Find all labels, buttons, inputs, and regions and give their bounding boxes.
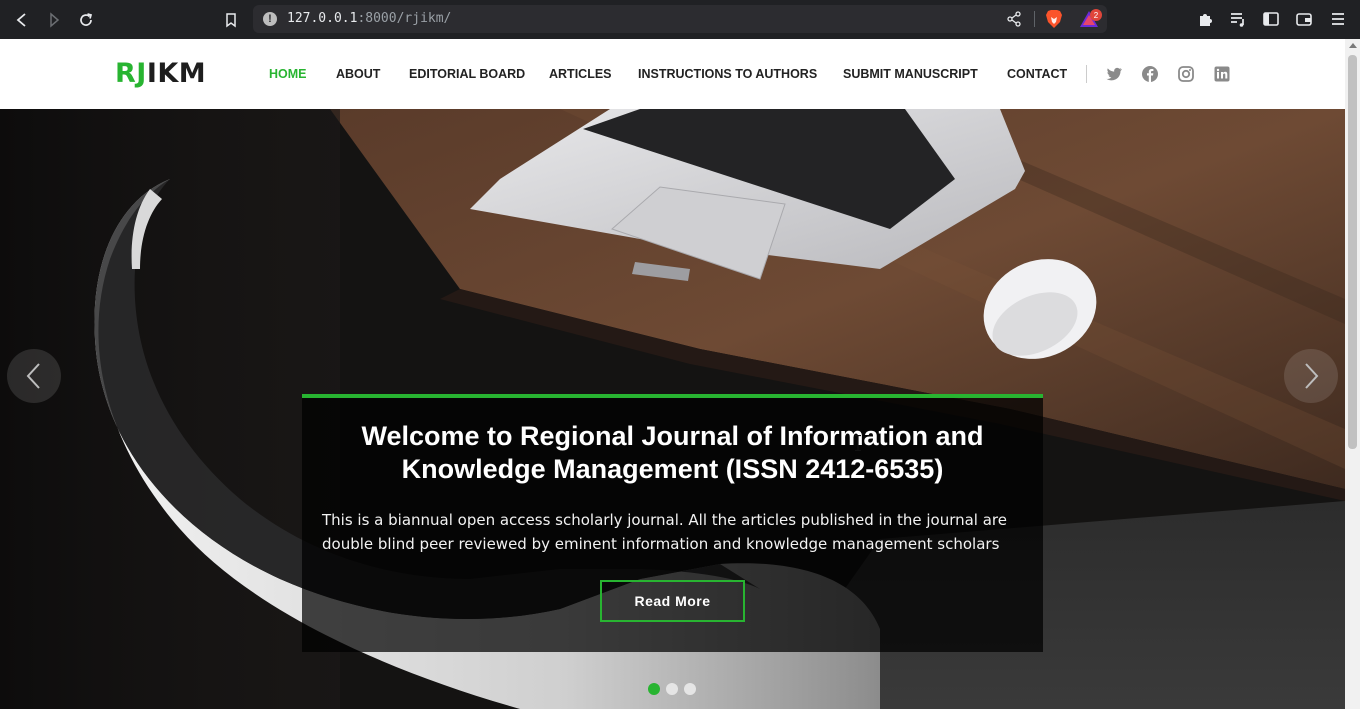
back-button[interactable] [11,9,33,31]
page-scrollbar[interactable] [1345,39,1360,709]
scroll-up-icon[interactable] [1349,43,1357,48]
forward-button[interactable] [43,9,65,31]
url-text[interactable]: 127.0.0.1:8000/rjikm/ [287,11,451,26]
nav-instructions-to-authors[interactable]: INSTRUCTIONS TO AUTHORS [638,67,817,81]
brave-shields-icon[interactable] [1045,9,1063,29]
url-path: :8000/rjikm/ [357,11,452,26]
forward-icon [50,12,60,28]
carousel-dot-3[interactable] [684,683,696,695]
hero-caption: Welcome to Regional Journal of Informati… [302,394,1043,652]
text-cursor-icon [855,435,861,451]
url-host: 127.0.0.1 [287,11,358,26]
nav-articles[interactable]: ARTICLES [549,67,612,81]
playlist-icon[interactable] [1229,10,1247,28]
rewards-badge: 2 [1090,9,1102,21]
info-icon[interactable]: ! [263,12,277,26]
hero-title: Welcome to Regional Journal of Informati… [361,421,984,484]
nav-about[interactable]: ABOUT [336,67,380,81]
bookmark-icon [226,13,236,28]
carousel-next-button[interactable] [1284,349,1338,403]
carousel-indicators [648,683,696,695]
sidebar-icon[interactable] [1262,10,1280,28]
logo-rest: IKM [146,58,207,89]
carousel-dot-1[interactable] [648,683,660,695]
share-icon[interactable] [1006,11,1022,27]
chevron-left-icon [26,363,40,389]
nav-submit-manuscript[interactable]: SUBMIT MANUSCRIPT [843,67,978,81]
facebook-icon[interactable] [1141,65,1159,83]
nav-contact[interactable]: CONTACT [1007,67,1067,81]
address-divider [1034,11,1035,27]
address-bar[interactable]: ! 127.0.0.1:8000/rjikm/ 2 [253,5,1107,33]
reload-button[interactable] [75,9,97,31]
hero-description: This is a biannual open access scholarly… [322,511,1007,553]
instagram-icon[interactable] [1177,65,1195,83]
site-header: RJIKM HOME ABOUT EDITORIAL BOARD ARTICLE… [0,39,1345,109]
logo-accent: RJ [115,58,147,89]
carousel-dot-2[interactable] [666,683,678,695]
extensions-icon[interactable] [1197,10,1215,28]
read-more-button[interactable]: Read More [600,580,745,622]
reload-icon [80,13,93,26]
nav-home[interactable]: HOME [269,67,307,81]
hero-carousel: Welcome to Regional Journal of Informati… [0,109,1345,709]
twitter-icon[interactable] [1105,65,1123,83]
site-logo[interactable]: RJIKM [115,58,206,89]
bookmark-button[interactable] [220,9,242,31]
browser-toolbar: ! 127.0.0.1:8000/rjikm/ 2 [0,0,1360,39]
nav-divider [1086,65,1087,83]
scrollbar-thumb[interactable] [1348,55,1357,449]
back-icon [16,13,26,27]
nav-editorial-board[interactable]: EDITORIAL BOARD [409,67,525,81]
carousel-prev-button[interactable] [7,349,61,403]
linkedin-icon[interactable] [1213,65,1231,83]
chevron-right-icon [1305,363,1319,389]
menu-icon[interactable] [1329,10,1347,28]
wallet-icon[interactable] [1295,10,1313,28]
